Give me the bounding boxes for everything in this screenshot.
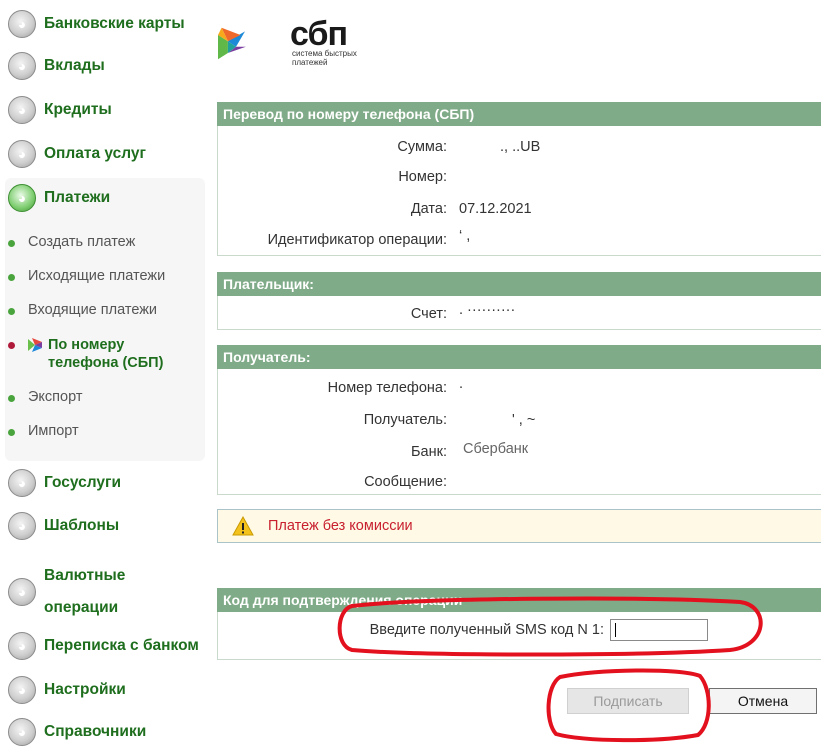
subnav-incoming[interactable]: Входящие платежи — [8, 302, 158, 318]
bullet-dot — [8, 308, 15, 315]
subnav-export-label: Экспорт — [28, 389, 83, 405]
subnav-import-label: Импорт — [28, 423, 79, 439]
nav-templates[interactable]: ◕ Шаблоны — [8, 512, 119, 540]
nav-payments[interactable]: ◕ Платежи — [8, 184, 110, 212]
subnav-sbp-phone[interactable]: По номеру телефона (СБП) — [8, 336, 164, 372]
sms-code-input[interactable] — [610, 619, 708, 641]
credits-icon: ◕ — [8, 96, 36, 124]
nav-gosuslugi-label: Госуслуги — [44, 474, 122, 491]
payer-panel-header: Плательщик: — [217, 272, 821, 296]
nav-credits[interactable]: ◕ Кредиты — [8, 96, 112, 124]
nav-currency[interactable]: ◕ Валютные операции — [8, 560, 134, 624]
subnav-outgoing[interactable]: Исходящие платежи — [8, 268, 166, 284]
currency-icon: ◕ — [8, 578, 36, 606]
references-icon: ◕ — [8, 718, 36, 746]
nav-correspondence[interactable]: ◕ Переписка с банком — [8, 632, 199, 660]
nav-deposits[interactable]: ◕ Вклады — [8, 52, 105, 80]
bullet-dot — [8, 395, 15, 402]
sms-code-label: Введите полученный SMS код N 1: — [369, 622, 604, 638]
bank-value: Сбербанк — [463, 441, 529, 457]
gosuslugi-icon: ◕ — [8, 469, 36, 497]
bullet-dot — [8, 429, 15, 436]
sign-button[interactable]: Подписать — [567, 688, 689, 714]
sbp-logo-subtitle-1: система быстрых — [292, 49, 357, 58]
payments-section — [5, 178, 205, 461]
sbp-icon — [28, 338, 42, 352]
nav-settings-label: Настройки — [44, 681, 126, 698]
date-label: Дата: — [410, 201, 447, 217]
sbp-logo-subtitle: система быстрых платежей — [292, 49, 357, 67]
no-fee-notice: Платеж без комиссии — [217, 509, 821, 543]
payments-icon: ◕ — [8, 184, 36, 212]
op-id-value: ‘ , — [459, 228, 471, 244]
subnav-create-payment[interactable]: Создать платеж — [8, 234, 136, 250]
nav-references-label: Справочники — [44, 723, 147, 740]
warning-icon — [232, 516, 254, 536]
recipient-panel-header: Получатель: — [217, 345, 821, 369]
recipient-name-value: ' , ~ — [512, 412, 536, 428]
bank-cards-icon: ◕ — [8, 10, 36, 38]
nav-currency-label: Валютные операции — [44, 567, 126, 616]
text-caret — [615, 623, 616, 637]
transfer-panel-header: Перевод по номеру телефона (СБП) — [217, 102, 821, 126]
sidebar: ◕ Банковские карты ◕ Вклады ◕ Кредиты ◕ … — [0, 0, 210, 746]
subnav-export[interactable]: Экспорт — [8, 389, 83, 405]
notice-text: Платеж без комиссии — [268, 518, 413, 534]
nav-references[interactable]: ◕ Справочники — [8, 718, 146, 746]
subnav-outgoing-label: Исходящие платежи — [28, 268, 166, 284]
number-label: Номер: — [398, 169, 447, 185]
settings-icon: ◕ — [8, 676, 36, 704]
subnav-sbp-label-1: По номеру — [48, 337, 125, 353]
recipient-panel — [217, 369, 821, 495]
nav-templates-label: Шаблоны — [44, 517, 120, 534]
nav-correspondence-label: Переписка с банком — [44, 637, 199, 654]
nav-bank-cards[interactable]: ◕ Банковские карты — [8, 10, 185, 38]
bullet-dot — [8, 240, 15, 247]
nav-credits-label: Кредиты — [44, 101, 112, 118]
templates-icon: ◕ — [8, 512, 36, 540]
nav-settings[interactable]: ◕ Настройки — [8, 676, 126, 704]
confirm-panel-header: Код для подтверждения операции — [217, 588, 821, 612]
subnav-incoming-label: Входящие платежи — [28, 302, 158, 318]
amount-label: Сумма: — [397, 139, 447, 155]
subnav-create-payment-label: Создать платеж — [28, 234, 136, 250]
cancel-button[interactable]: Отмена — [709, 688, 817, 714]
account-value: . ·········· — [459, 302, 516, 318]
phone-value: . — [459, 376, 464, 392]
recipient-name-label: Получатель: — [363, 412, 447, 428]
bullet-dot — [8, 342, 15, 349]
nav-gosuslugi[interactable]: ◕ Госуслуги — [8, 469, 121, 497]
payer-panel — [217, 296, 821, 330]
services-payment-icon: ◕ — [8, 140, 36, 168]
bullet-dot — [8, 274, 15, 281]
bank-label: Банк: — [411, 444, 447, 460]
subnav-import[interactable]: Импорт — [8, 423, 79, 439]
account-label: Счет: — [410, 306, 447, 322]
amount-value: ., ..UB — [500, 139, 541, 155]
sbp-logo-subtitle-2: платежей — [292, 58, 328, 67]
sbp-logo-icon — [218, 27, 246, 60]
subnav-sbp-label-2: телефона (СБП) — [48, 355, 164, 371]
nav-services-payment[interactable]: ◕ Оплата услуг — [8, 140, 146, 168]
nav-bank-cards-label: Банковские карты — [44, 15, 185, 32]
op-id-label: Идентификатор операции: — [267, 232, 447, 248]
phone-label: Номер телефона: — [327, 380, 447, 396]
correspondence-icon: ◕ — [8, 632, 36, 660]
nav-deposits-label: Вклады — [44, 57, 105, 74]
nav-services-payment-label: Оплата услуг — [44, 145, 146, 162]
deposits-icon: ◕ — [8, 52, 36, 80]
nav-payments-label: Платежи — [44, 189, 111, 206]
message-label: Сообщение: — [364, 474, 447, 490]
date-value: 07.12.2021 — [459, 201, 532, 217]
